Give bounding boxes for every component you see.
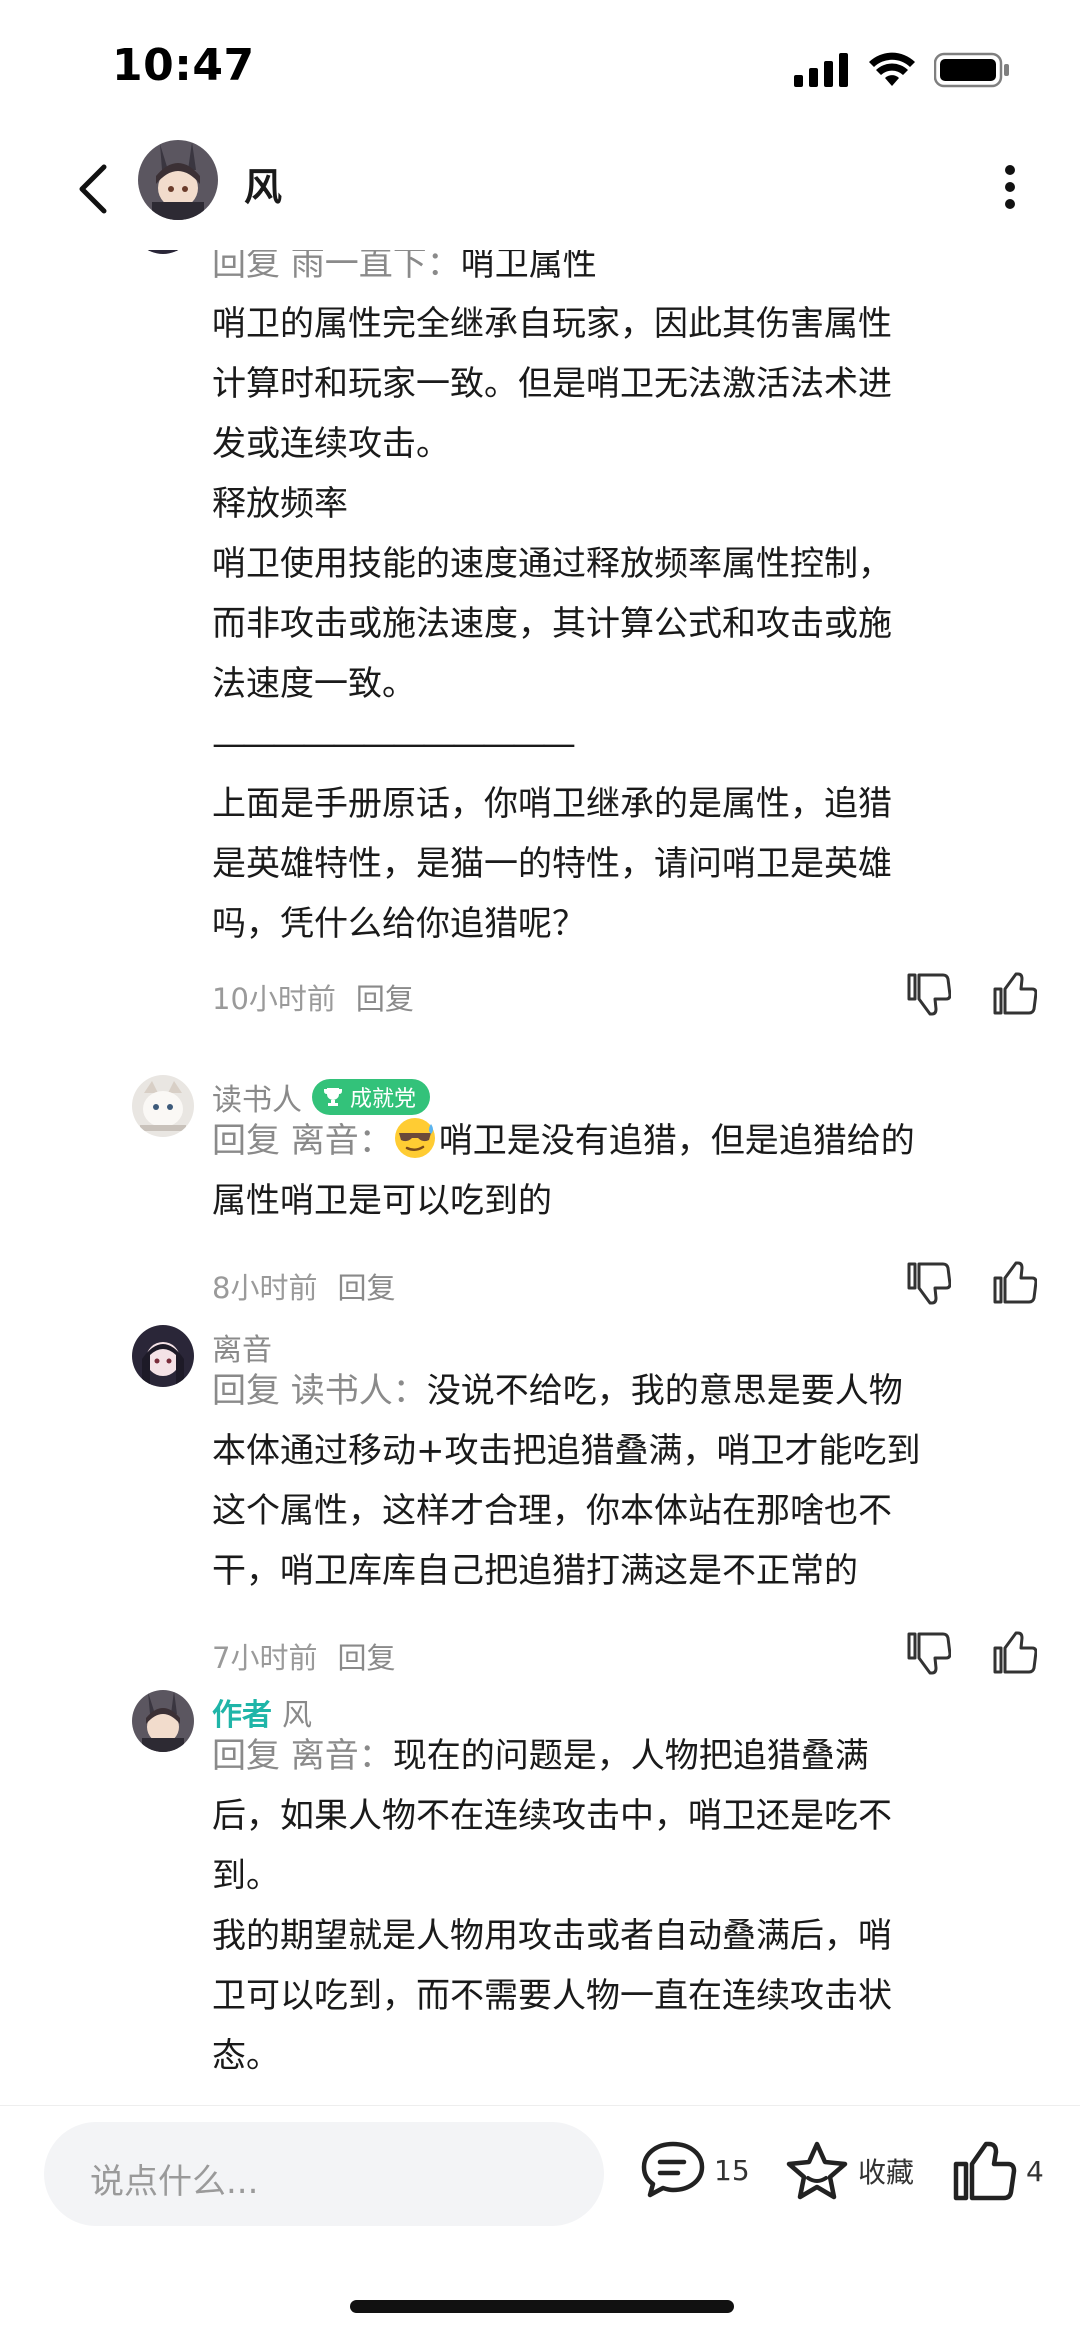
comment-line: 没说不给吃，我的意思是要人物 (426, 1371, 903, 1411)
post-header: 风 (0, 130, 1080, 250)
comment-line: 现在的问题是，人物把追猎叠满 (392, 1736, 869, 1776)
comment-line: 卫可以吃到，而不需要人物一直在连续攻击状 (212, 1976, 892, 2016)
favorite-button[interactable]: 收藏 (784, 2140, 914, 2202)
commenter-avatar[interactable] (132, 1325, 194, 1387)
status-icons (794, 52, 1010, 92)
author-avatar[interactable] (138, 140, 218, 220)
comment-meta: 10小时前 回复 (212, 976, 414, 1018)
comment-line: 哨卫是没有追猎，但是追猎给的 (438, 1121, 915, 1161)
comment-line: 态。 (212, 2036, 280, 2076)
chevron-left-icon (79, 164, 107, 214)
reply-prefix[interactable]: 回复 雨一直下： (212, 250, 461, 284)
comment-line: 是英雄特性，是猫一的特性，请问哨卫是英雄 (212, 844, 892, 884)
comment-actions (904, 1629, 1038, 1677)
cool-face-emoji-icon (393, 1116, 437, 1160)
thumbs-up-icon (953, 2141, 1017, 2201)
reply-prefix[interactable]: 回复 离音： (212, 1736, 393, 1776)
comment-line: 哨卫属性 (460, 250, 597, 284)
achievement-badge[interactable]: 成就党 (312, 1079, 431, 1115)
comments-button[interactable]: 15 (640, 2140, 750, 2200)
comment-input-placeholder: 说点什么... (90, 2162, 259, 2202)
comment-meta: 7小时前 回复 (212, 1635, 395, 1677)
reply-prefix[interactable]: 回复 离音： (212, 1121, 393, 1161)
like-count: 4 (1026, 2154, 1044, 2188)
comment-time: 8小时前 (212, 1271, 318, 1305)
status-time: 10:47 (112, 40, 255, 91)
comment-text: 回复 雨一直下：哨卫属性 哨卫的属性完全继承自玩家，因此其伤害属性 计算时和玩家… (212, 250, 1032, 954)
comment-line: 释放频率 (212, 484, 348, 524)
comment-count: 15 (714, 2153, 750, 2187)
commenter-avatar[interactable] (132, 250, 194, 254)
comment-line: 我的期望就是人物用攻击或者自动叠满后，哨 (212, 1916, 892, 1956)
comment-text: 回复 离音：现在的问题是，人物把追猎叠满 后，如果人物不在连续攻击中，哨卫还是吃… (212, 1726, 1032, 2086)
comment-line: 干，哨卫库库自己把追猎打满这是不正常的 (212, 1551, 858, 1591)
more-options-button[interactable] (980, 152, 1040, 222)
dislike-icon[interactable] (904, 970, 952, 1018)
reply-button[interactable]: 回复 (356, 976, 414, 1018)
comment-line: 到。 (212, 1856, 280, 1896)
comment-time: 10小时前 (212, 982, 336, 1016)
comment-line: 这个属性，这样才合理，你本体站在那啥也不 (212, 1491, 892, 1531)
comment-text: 回复 读书人：没说不给吃，我的意思是要人物 本体通过移动+攻击把追猎叠满，哨卫才… (212, 1361, 1032, 1601)
battery-icon (933, 52, 1010, 92)
like-icon[interactable] (990, 1629, 1038, 1677)
comment-thread: 离音 回复 雨一直下：哨卫属性 哨卫的属性完全继承自玩家，因此其伤害属性 计算时… (0, 250, 1080, 2105)
comment-line: 本体通过移动+攻击把追猎叠满，哨卫才能吃到 (212, 1431, 921, 1471)
home-indicator[interactable] (350, 2300, 734, 2313)
header-title: 风 (244, 165, 283, 209)
dislike-icon[interactable] (904, 1629, 952, 1677)
comment-bubble-icon (641, 2141, 705, 2198)
comment-line: 后，如果人物不在连续攻击中，哨卫还是吃不 (212, 1796, 892, 1836)
wifi-icon (868, 52, 916, 92)
signal-icon (794, 53, 850, 91)
commenter-avatar[interactable] (132, 1690, 194, 1752)
comment-time: 7小时前 (212, 1641, 318, 1675)
comment-line: 哨卫使用技能的速度通过释放频率属性控制， (212, 544, 892, 584)
trophy-icon (324, 1088, 342, 1106)
comment-line: 发或连续攻击。 (212, 424, 450, 464)
comment-actions (904, 1259, 1038, 1307)
like-icon[interactable] (990, 970, 1038, 1018)
comment-line: 而非攻击或施法速度，其计算公式和攻击或施 (212, 604, 892, 644)
like-icon[interactable] (990, 1259, 1038, 1307)
reply-prefix[interactable]: 回复 读书人： (212, 1371, 427, 1411)
comment-line: 法速度一致。 (212, 664, 416, 704)
like-post-button[interactable]: 4 (952, 2140, 1044, 2202)
reply-button[interactable]: 回复 (337, 1635, 395, 1677)
commenter-avatar[interactable] (132, 1075, 194, 1137)
divider-line: ———————————— (212, 724, 576, 764)
favorite-label: 收藏 (858, 2156, 915, 2189)
status-bar: 10:47 (0, 0, 1080, 130)
comment-meta: 8小时前 回复 (212, 1265, 395, 1307)
badge-label: 成就党 (350, 1087, 417, 1112)
more-vertical-icon (1005, 165, 1015, 209)
comment-actions (904, 970, 1038, 1018)
reply-button[interactable]: 回复 (337, 1265, 395, 1307)
dislike-icon[interactable] (904, 1259, 952, 1307)
comment-text: 回复 离音： 哨卫是没有追猎，但是追猎给的 属性哨卫是可以吃到的 (212, 1111, 1032, 1231)
comment-line: 上面是手册原话，你哨卫继承的是属性，追猎 (212, 784, 892, 824)
comment-line: 吗，凭什么给你追猎呢？ (212, 904, 586, 944)
back-button[interactable] (58, 154, 128, 224)
star-icon (786, 2141, 848, 2200)
comment-line: 哨卫的属性完全继承自玩家，因此其伤害属性 (212, 304, 892, 344)
comment-input[interactable]: 说点什么... (44, 2122, 604, 2226)
comment-line: 属性哨卫是可以吃到的 (212, 1181, 552, 1221)
comment-line: 计算时和玩家一致。但是哨卫无法激活法术进 (212, 364, 892, 404)
